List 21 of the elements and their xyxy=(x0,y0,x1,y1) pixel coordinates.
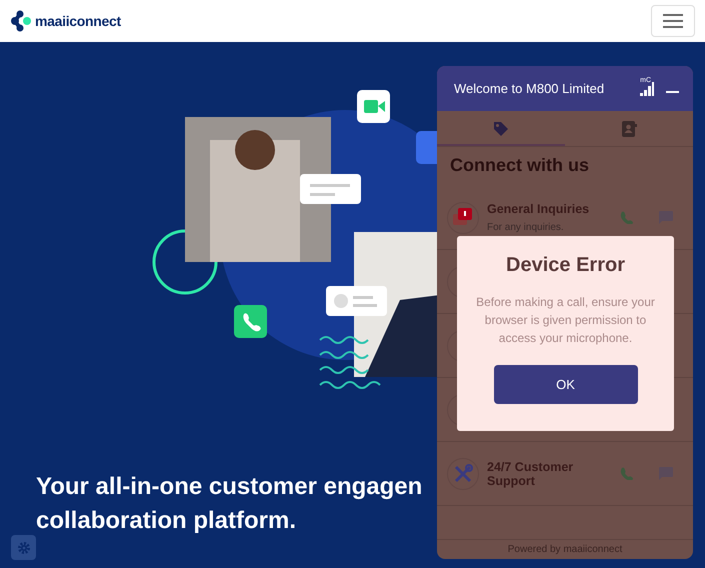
contact-card-icon xyxy=(622,120,636,136)
tag-icon xyxy=(493,120,509,136)
settings-icon xyxy=(16,540,30,554)
tools-icon xyxy=(453,464,473,484)
headline-text: collaboration platform. xyxy=(36,506,296,536)
signal-icon xyxy=(640,82,654,96)
dialog-title: Device Error xyxy=(506,254,625,277)
menu-button[interactable] xyxy=(651,5,695,37)
widget-title: Welcome to M800 Limited xyxy=(454,81,606,96)
section-heading: Connect with us xyxy=(450,155,590,176)
phone-icon xyxy=(620,211,633,224)
logo-icon xyxy=(10,10,32,32)
headline-text: Your all-in-one customer engagen xyxy=(36,472,422,502)
dialog-message: Before making a call, ensure your browser is given permission to access your microphone. xyxy=(475,294,656,347)
logo-text: maaiiconnect xyxy=(35,13,121,29)
settings-button[interactable] xyxy=(11,535,36,560)
alert-chat-icon xyxy=(453,208,473,228)
ok-button[interactable]: OK xyxy=(494,365,638,404)
menu-icon xyxy=(663,13,683,29)
minimize-icon xyxy=(666,90,679,92)
phone-icon xyxy=(620,467,633,480)
